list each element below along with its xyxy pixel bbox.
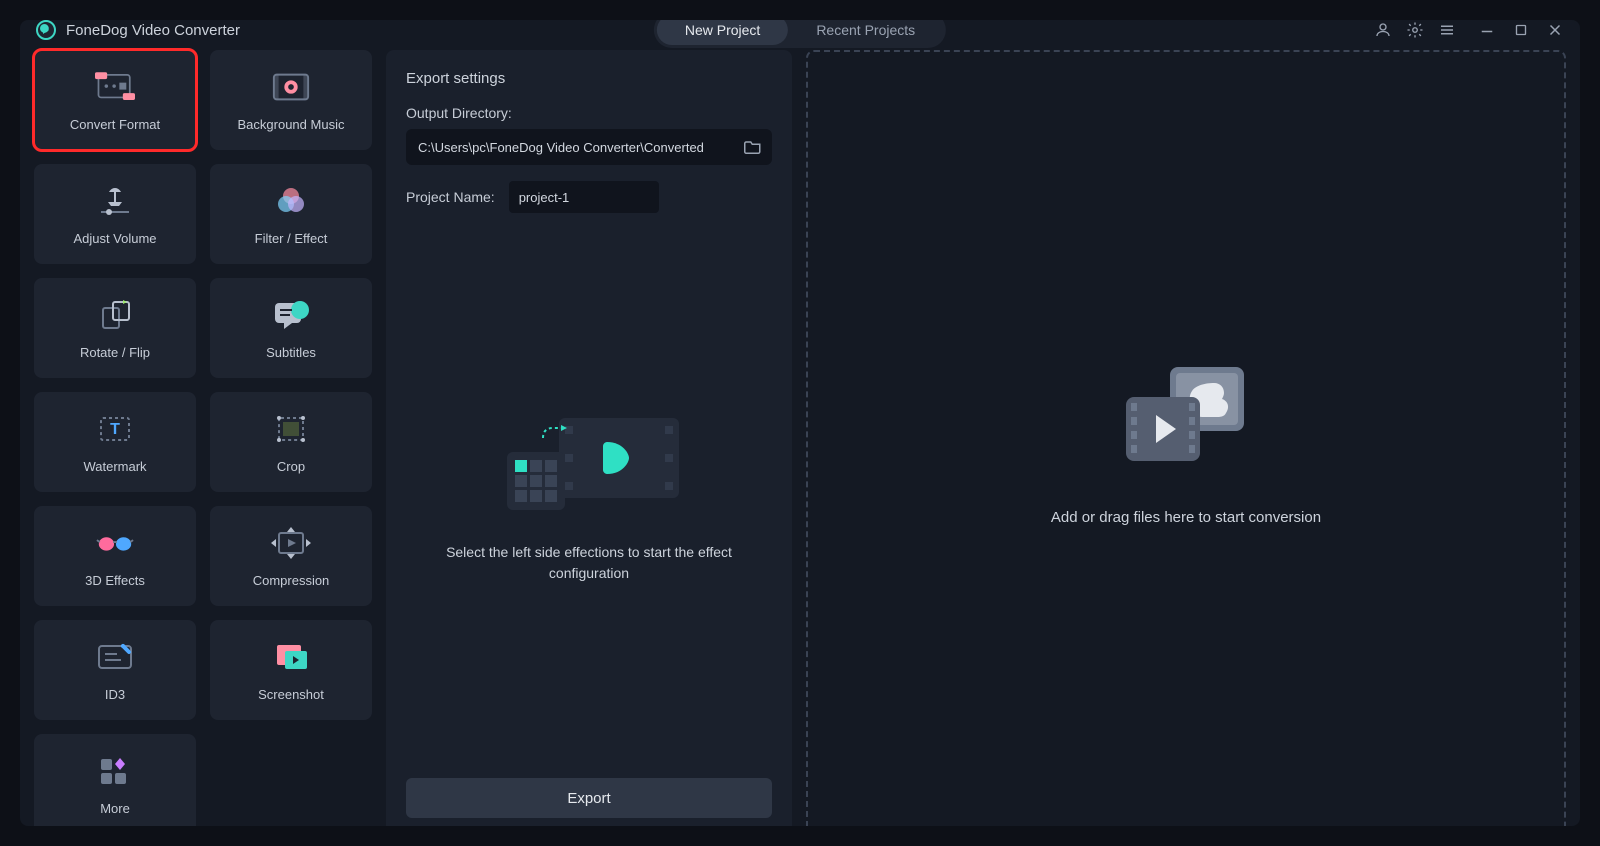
screenshot-icon <box>271 639 311 675</box>
project-name-input[interactable] <box>509 181 659 213</box>
tile-label: Adjust Volume <box>73 231 156 246</box>
tile-background-music[interactable]: Background Music <box>210 50 372 150</box>
convert-format-icon <box>95 69 135 105</box>
account-icon[interactable] <box>1374 21 1392 39</box>
output-directory-input[interactable]: C:\Users\pc\FoneDog Video Converter\Conv… <box>406 129 772 165</box>
tile-label: 3D Effects <box>85 573 145 588</box>
titlebar-right <box>1374 21 1564 39</box>
app-window: FoneDog Video Converter New Project Rece… <box>20 20 1580 826</box>
menu-icon[interactable] <box>1438 21 1456 39</box>
tile-rotate-flip[interactable]: Rotate / Flip <box>34 278 196 378</box>
subtitles-icon <box>271 297 311 333</box>
export-settings-title: Export settings <box>406 70 772 87</box>
tile-label: Compression <box>253 573 330 588</box>
tile-label: Watermark <box>83 459 146 474</box>
tools-grid: Convert Format Background Music Adjust V… <box>34 50 372 826</box>
tile-crop[interactable]: Crop <box>210 392 372 492</box>
dropzone-message: Add or drag files here to start conversi… <box>1051 509 1321 526</box>
folder-browse-icon[interactable] <box>744 139 762 155</box>
maximize-icon[interactable] <box>1512 21 1530 39</box>
tile-filter-effect[interactable]: Filter / Effect <box>210 164 372 264</box>
app-title: FoneDog Video Converter <box>66 22 240 39</box>
tile-label: ID3 <box>105 687 125 702</box>
tile-id3[interactable]: ID3 <box>34 620 196 720</box>
settings-placeholder: Select the left side effections to start… <box>406 213 772 768</box>
tile-watermark[interactable]: T Watermark <box>34 392 196 492</box>
project-name-row: Project Name: <box>406 181 772 213</box>
tile-label: Rotate / Flip <box>80 345 150 360</box>
file-drop-zone[interactable]: Add or drag files here to start conversi… <box>806 50 1566 826</box>
tile-more[interactable]: More <box>34 734 196 826</box>
minimize-icon[interactable] <box>1478 21 1496 39</box>
export-settings-panel: Export settings Output Directory: C:\Use… <box>386 50 792 826</box>
svg-text:T: T <box>110 421 120 438</box>
close-icon[interactable] <box>1546 21 1564 39</box>
filter-icon <box>271 183 311 219</box>
tile-3d-effects[interactable]: 3D Effects <box>34 506 196 606</box>
project-tabs: New Project Recent Projects <box>654 20 946 48</box>
tab-new-project[interactable]: New Project <box>657 20 788 45</box>
tab-recent-projects-label: Recent Projects <box>816 22 915 38</box>
tile-label: Background Music <box>238 117 345 132</box>
window-controls <box>1478 21 1564 39</box>
tile-convert-format[interactable]: Convert Format <box>34 50 196 150</box>
id3-icon <box>95 639 135 675</box>
rotate-icon <box>95 297 135 333</box>
glasses-3d-icon <box>95 525 135 561</box>
app-logo-icon <box>36 20 56 40</box>
volume-icon <box>95 183 135 219</box>
tile-subtitles[interactable]: Subtitles <box>210 278 372 378</box>
crop-icon <box>271 411 311 447</box>
compression-icon <box>271 525 311 561</box>
export-button[interactable]: Export <box>406 778 772 818</box>
placeholder-illustration-icon <box>489 398 689 518</box>
titlebar-left: FoneDog Video Converter <box>36 20 240 40</box>
tile-adjust-volume[interactable]: Adjust Volume <box>34 164 196 264</box>
tile-label: Filter / Effect <box>255 231 328 246</box>
project-name-label: Project Name: <box>406 189 495 205</box>
music-icon <box>271 69 311 105</box>
tile-label: Screenshot <box>258 687 324 702</box>
tile-compression[interactable]: Compression <box>210 506 372 606</box>
more-icon <box>95 753 135 789</box>
titlebar: FoneDog Video Converter New Project Rece… <box>20 20 1580 40</box>
settings-help-text: Select the left side effections to start… <box>429 542 749 584</box>
tile-screenshot[interactable]: Screenshot <box>210 620 372 720</box>
output-directory-label: Output Directory: <box>406 105 772 121</box>
output-directory-value: C:\Users\pc\FoneDog Video Converter\Conv… <box>418 140 744 155</box>
tab-recent-projects[interactable]: Recent Projects <box>788 20 943 45</box>
settings-icon[interactable] <box>1406 21 1424 39</box>
dropzone-illustration-icon <box>1116 359 1256 469</box>
watermark-icon: T <box>95 411 135 447</box>
tile-label: Subtitles <box>266 345 316 360</box>
tile-label: More <box>100 801 130 816</box>
tile-label: Crop <box>277 459 305 474</box>
main-row: Convert Format Background Music Adjust V… <box>20 40 1580 826</box>
export-button-label: Export <box>567 790 610 807</box>
tile-label: Convert Format <box>70 117 160 132</box>
tab-new-project-label: New Project <box>685 22 760 38</box>
